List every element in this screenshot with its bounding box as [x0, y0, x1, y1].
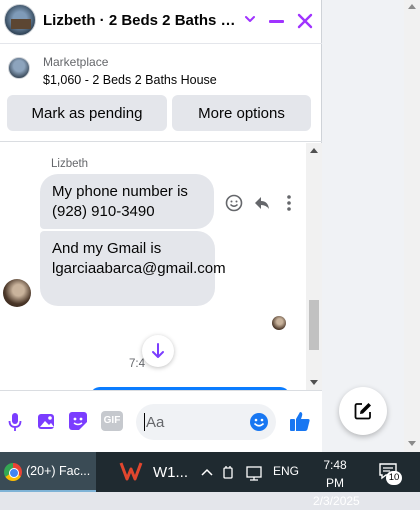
chevron-up-icon[interactable] — [201, 467, 213, 477]
divider — [0, 141, 322, 142]
clock-time: 7:48 PM — [323, 458, 347, 490]
emoji-icon[interactable] — [249, 412, 269, 432]
scroll-up-arrow-icon[interactable] — [310, 148, 318, 153]
mark-as-pending-button[interactable]: Mark as pending — [7, 95, 167, 131]
gif-icon[interactable]: GIF — [101, 411, 123, 431]
chat-window: Lizbeth · 2 Beds 2 Baths H... Marketplac… — [0, 0, 322, 452]
message-bubble[interactable]: And my Gmail is lgarciaabarca@gmail.com — [40, 231, 226, 306]
scroll-down-arrow-icon[interactable] — [310, 380, 318, 385]
taskbar-browser-button[interactable]: (20+) Fac... — [0, 452, 96, 492]
message-bubble[interactable]: My phone number is (928) 910-3490 — [40, 174, 214, 229]
compose-edit-icon — [354, 403, 371, 420]
minimize-icon[interactable] — [269, 20, 284, 23]
taskbar-browser-label: (20+) Fac... — [26, 464, 91, 478]
scrollbar-thumb[interactable] — [309, 300, 319, 350]
app-icon[interactable] — [118, 460, 144, 484]
sender-name: Lizbeth — [51, 158, 89, 170]
page-scrollbar[interactable] — [404, 0, 420, 452]
conversation-scrollbar[interactable] — [306, 143, 322, 390]
notification-count-badge: 10 — [386, 471, 402, 485]
sticker-icon[interactable] — [68, 411, 88, 431]
text-caret — [144, 413, 145, 431]
microphone-icon[interactable] — [8, 412, 22, 432]
language-indicator[interactable]: ENG — [273, 464, 299, 478]
chevron-down-icon[interactable] — [244, 13, 256, 25]
react-emoji-icon[interactable] — [225, 194, 243, 212]
taskbar-app-label[interactable]: W1... — [153, 464, 188, 481]
read-receipt-avatar — [272, 316, 286, 330]
marketplace-label: Marketplace — [43, 55, 109, 69]
more-options-button[interactable]: More options — [172, 95, 311, 131]
close-icon[interactable] — [296, 12, 314, 30]
chrome-icon — [4, 463, 22, 481]
chat-header: Lizbeth · 2 Beds 2 Baths H... — [0, 0, 322, 44]
scroll-to-bottom-button[interactable] — [142, 335, 174, 367]
composer: GIF Aa — [0, 390, 322, 452]
conversation-area[interactable]: Lizbeth My phone number is (928) 910-349… — [0, 143, 306, 390]
arrow-down-icon — [152, 343, 164, 358]
system-tray-icons[interactable] — [222, 465, 266, 481]
page-scroll-down-icon[interactable] — [408, 441, 416, 446]
like-thumbs-up-icon[interactable] — [289, 410, 311, 432]
clock[interactable]: 7:48 PM 2/3/2025 — [313, 456, 360, 510]
clock-date: 2/3/2025 — [313, 494, 360, 508]
sender-avatar[interactable] — [3, 279, 31, 307]
new-message-button[interactable] — [339, 387, 387, 435]
listing-thumbnail[interactable] — [8, 57, 30, 79]
reply-icon[interactable] — [253, 194, 271, 212]
listing-avatar[interactable] — [4, 4, 36, 36]
chat-title[interactable]: Lizbeth · 2 Beds 2 Baths H... — [43, 12, 237, 29]
message-input-placeholder: Aa — [146, 414, 165, 431]
message-input[interactable]: Aa — [136, 404, 276, 440]
photo-icon[interactable] — [37, 411, 57, 431]
more-vertical-icon[interactable] — [286, 194, 292, 212]
page-scroll-up-icon[interactable] — [408, 4, 416, 9]
taskbar: (20+) Fac... W1... ENG 7:48 PM 2/3/2025 … — [0, 452, 420, 508]
listing-title[interactable]: $1,060 - 2 Beds 2 Baths House — [43, 73, 217, 87]
